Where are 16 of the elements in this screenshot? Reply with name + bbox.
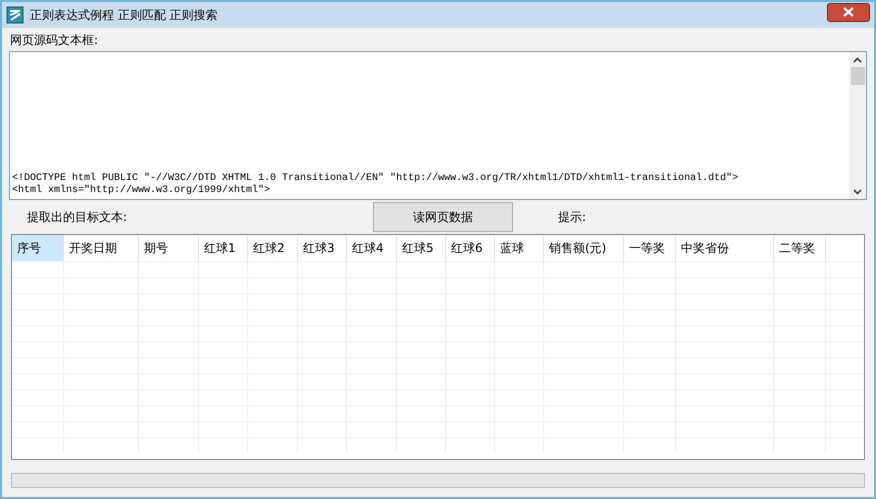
scroll-up-icon — [853, 57, 862, 63]
data-grid[interactable]: 序号 开奖日期 期号 红球1 红球2 红球3 红球4 红球5 红球6 蓝球 销售额(元) 一等奖 中奖省份 二等奖 — [11, 234, 865, 460]
window-title: 正则表达式例程 正则匹配 正则搜索 — [30, 7, 218, 24]
source-label: 网页源码文本框: — [10, 32, 100, 49]
scroll-thumb[interactable] — [850, 67, 864, 85]
app-icon — [6, 6, 24, 24]
source-text: <!DOCTYPE html PUBLIC "-//W3C//DTD XHTML 1.0 Transitional//EN" "http://www.w3.org/TR/xhtml1/DTD/xhtml1-transitional.dtd"> <html xmlns="http://www.w3.org/1999/xhtml"> — [12, 173, 740, 197]
read-button[interactable]: 读网页数据 — [373, 202, 513, 232]
scrollbar[interactable] — [849, 52, 866, 199]
source-textarea[interactable]: <!DOCTYPE html PUBLIC "-//W3C//DTD XHTML 1.0 Transitional//EN" "http://www.w3.org/TR/xhtml1/DTD/xhtml1-transitional.dtd"> <html xmlns="http://www.w3.org/1999/xhtml"> — [9, 51, 867, 200]
extract-label: 提取出的目标文本: — [27, 209, 128, 226]
hint-label: 提示: — [558, 209, 586, 226]
close-button[interactable] — [827, 2, 870, 22]
column-header[interactable]: 序号 — [12, 235, 64, 261]
scroll-down-icon — [853, 189, 862, 195]
close-icon — [843, 7, 854, 17]
